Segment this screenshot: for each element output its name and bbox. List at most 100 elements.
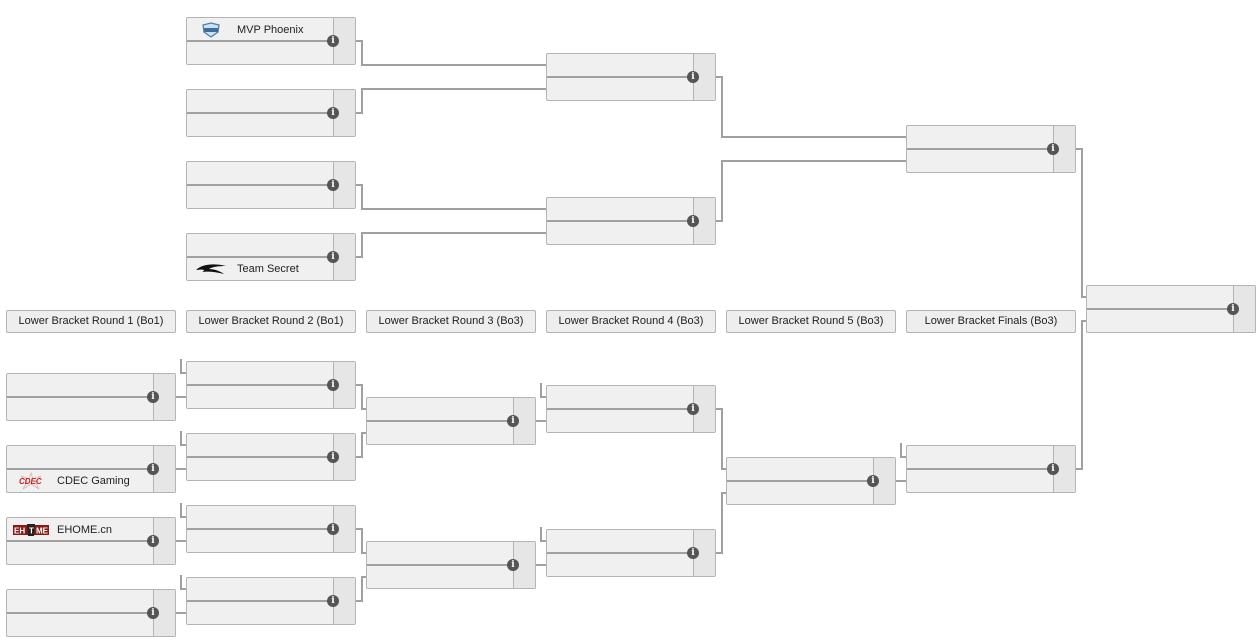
team-slot-top[interactable] [187,578,333,601]
team-slot-top[interactable] [547,530,693,553]
info-icon[interactable]: i [1227,303,1239,315]
team-slot-top[interactable] [547,54,693,77]
team-slot-bottom[interactable] [187,113,333,136]
match-lb-r2-4[interactable]: i [186,577,356,625]
team-slot-top[interactable] [547,386,693,409]
team-slot-top[interactable] [187,162,333,185]
team-slot-bottom[interactable] [187,185,333,208]
team-slot-top[interactable] [727,458,873,481]
match-lb-r5-1[interactable]: i [726,457,896,505]
info-icon[interactable]: i [507,415,519,427]
match-lb-r1-2[interactable]: CDEC CDEC Gaming i [6,445,176,493]
match-ub-r1-1[interactable]: MVP Phoenix i [186,17,356,65]
match-lb-r2-3[interactable]: i [186,505,356,553]
team-slot-bottom[interactable] [547,221,693,244]
team-slot-top[interactable] [367,542,513,565]
team-slot-bottom[interactable]: CDEC CDEC Gaming [7,469,153,492]
team-slot-bottom[interactable] [367,421,513,444]
info-icon[interactable]: i [327,107,339,119]
info-icon[interactable]: i [327,179,339,191]
match-grand-final-1[interactable]: i [1086,285,1256,333]
team-slot-top[interactable] [187,434,333,457]
team-slot-bottom[interactable] [187,385,333,408]
team-slot-top[interactable] [7,590,153,613]
team-slot-bottom[interactable] [7,541,153,564]
match-ub-r2-1[interactable]: i [546,53,716,101]
match-lb-r1-3[interactable]: EH T ME EHOME.cn i [6,517,176,565]
svg-text:ME: ME [36,526,49,535]
info-icon[interactable]: i [327,379,339,391]
match-lb-r3-2[interactable]: i [366,541,536,589]
team-slot-bottom[interactable] [547,409,693,432]
match-ub-r1-4[interactable]: Team Secret i [186,233,356,281]
info-icon[interactable]: i [687,215,699,227]
info-icon[interactable]: i [327,451,339,463]
round-header-lb-r3[interactable]: Lower Bracket Round 3 (Bo3) [366,310,536,333]
info-icon[interactable]: i [687,547,699,559]
info-icon[interactable]: i [687,71,699,83]
team-slot-bottom[interactable] [547,77,693,100]
team-slot-top[interactable]: EH T ME EHOME.cn [7,518,153,541]
team-slot-top[interactable] [907,126,1053,149]
match-ub-r1-3[interactable]: i [186,161,356,209]
match-lb-finals-1[interactable]: i [906,445,1076,493]
match-lb-r4-2[interactable]: i [546,529,716,577]
match-ub-r3-1[interactable]: i [906,125,1076,173]
info-icon[interactable]: i [327,35,339,47]
conn-lb-r2-2-b [356,576,366,602]
team-slot-bottom[interactable] [907,149,1053,172]
team-slot-bottom[interactable] [187,457,333,480]
match-lb-r4-1[interactable]: i [546,385,716,433]
round-header-lb-r1[interactable]: Lower Bracket Round 1 (Bo1) [6,310,176,333]
team-slot-bottom[interactable] [187,601,333,624]
team-name: EHOME.cn [57,523,113,536]
info-icon[interactable]: i [687,403,699,415]
match-lb-r1-1[interactable]: i [6,373,176,421]
round-header-lb-r5[interactable]: Lower Bracket Round 5 (Bo3) [726,310,896,333]
team-slot-top[interactable] [187,234,333,257]
info-icon[interactable]: i [327,251,339,263]
round-header-lb-r4[interactable]: Lower Bracket Round 4 (Bo3) [546,310,716,333]
team-slot-top[interactable] [7,446,153,469]
info-icon[interactable]: i [147,391,159,403]
team-slot-top[interactable] [187,506,333,529]
conn-lb-r2-1-b [356,432,366,458]
info-icon[interactable]: i [1047,463,1059,475]
team-slot-bottom[interactable] [547,553,693,576]
match-lb-r3-1[interactable]: i [366,397,536,445]
info-icon[interactable]: i [147,607,159,619]
team-slot-top[interactable] [187,90,333,113]
match-ub-r2-2[interactable]: i [546,197,716,245]
team-slot-bottom[interactable] [1087,309,1233,332]
team-slot-bottom[interactable] [907,469,1053,492]
team-slot-bottom[interactable]: Team Secret [187,257,333,280]
match-lb-r2-1[interactable]: i [186,361,356,409]
team-slot-bottom[interactable] [367,565,513,588]
team-slot-bottom[interactable] [187,41,333,64]
team-slot-top[interactable] [7,374,153,397]
match-ub-r1-2[interactable]: i [186,89,356,137]
team-slot-top[interactable] [187,362,333,385]
svg-text:CDEC: CDEC [19,477,42,486]
info-icon[interactable]: i [1047,143,1059,155]
team-slot-bottom[interactable] [7,613,153,636]
info-icon[interactable]: i [507,559,519,571]
conn-lb-r2-2-a [356,528,366,554]
team-slot-bottom[interactable] [727,481,873,504]
team-slot-top[interactable] [1087,286,1233,309]
team-slot-top[interactable] [367,398,513,421]
team-slot-top[interactable]: MVP Phoenix [187,18,333,41]
info-icon[interactable]: i [327,523,339,535]
team-slot-top[interactable] [907,446,1053,469]
team-slot-top[interactable] [547,198,693,221]
round-header-lb-finals[interactable]: Lower Bracket Finals (Bo3) [906,310,1076,333]
info-icon[interactable]: i [147,463,159,475]
team-slot-bottom[interactable] [7,397,153,420]
info-icon[interactable]: i [147,535,159,547]
round-header-lb-r2[interactable]: Lower Bracket Round 2 (Bo1) [186,310,356,333]
info-icon[interactable]: i [327,595,339,607]
match-lb-r1-4[interactable]: i [6,589,176,637]
info-icon[interactable]: i [867,475,879,487]
match-lb-r2-2[interactable]: i [186,433,356,481]
team-slot-bottom[interactable] [187,529,333,552]
